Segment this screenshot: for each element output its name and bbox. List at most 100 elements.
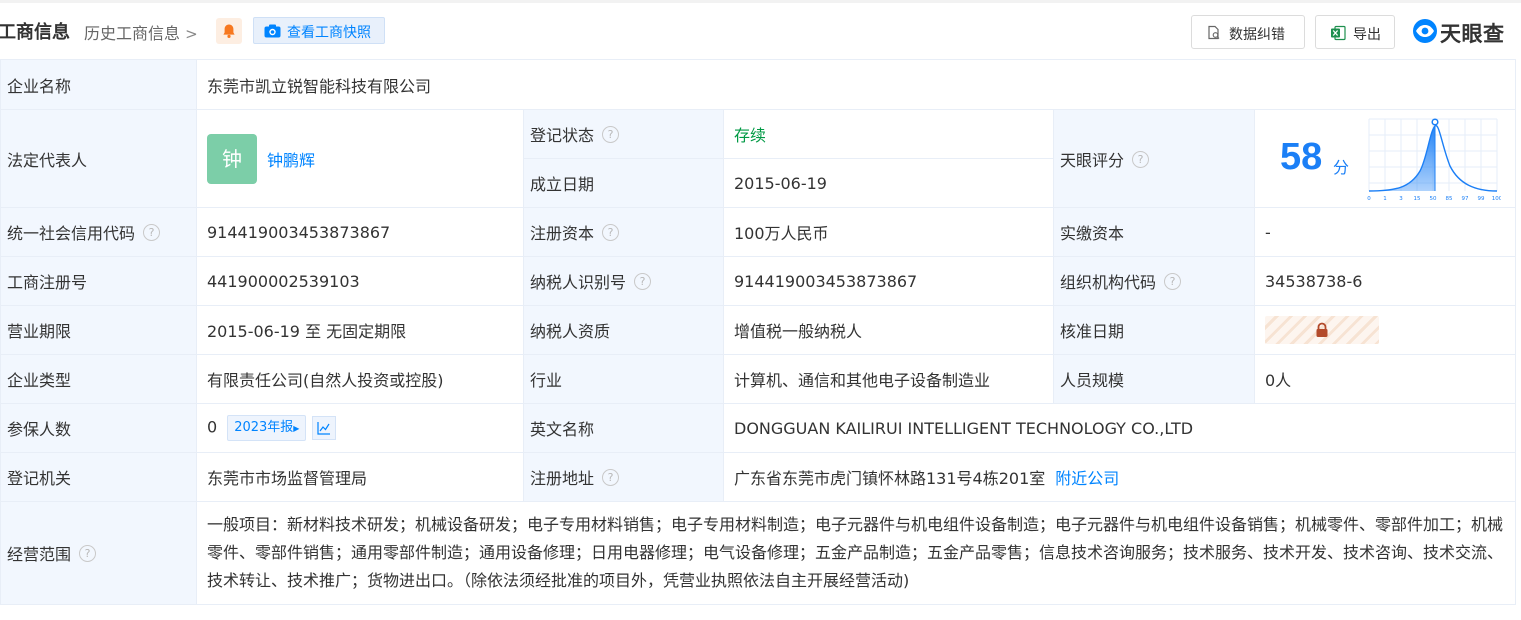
score-axis-tick: 85 xyxy=(1446,196,1453,202)
paid-capital-value: - xyxy=(1253,207,1517,257)
staff-size-value: 0人 xyxy=(1253,354,1517,404)
snapshot-button[interactable]: 查看工商快照 xyxy=(253,17,385,44)
insured-count: 0 xyxy=(207,417,218,437)
table-row: 企业类型 有限责任公司(自然人投资或控股) 行业 计算机、通信和其他电子设备制造… xyxy=(0,354,1517,404)
help-icon[interactable]: ? xyxy=(602,469,620,486)
bell-button[interactable] xyxy=(216,18,242,44)
reg-address-value: 广东省东莞市虎门镇怀林路131号4栋201室 xyxy=(734,469,1046,488)
insured-label: 参保人数 xyxy=(0,403,197,453)
taxpayer-qual-label: 纳税人资质 xyxy=(523,305,724,355)
credit-code-value: 914419003453873867 xyxy=(196,207,524,257)
export-label: 导出 xyxy=(1353,27,1381,43)
org-code-label-cell: 组织机构代码? xyxy=(1053,256,1255,306)
table-row: 参保人数 0 2023年报▶ 英文名称 DONGGUAN KAILIRUI INT… xyxy=(0,403,1517,453)
staff-size-label: 人员规模 xyxy=(1053,354,1255,404)
reg-capital-label-cell: 注册资本? xyxy=(523,207,724,257)
found-date-label: 成立日期 xyxy=(523,158,724,208)
legal-rep-label: 法定代表人 xyxy=(0,109,197,208)
reg-address-label-cell: 注册地址? xyxy=(523,452,724,502)
trend-icon xyxy=(317,422,331,435)
score-distribution-chart: 0 1 3 15 50 85 97 99 100 xyxy=(1367,118,1501,202)
score-label-cell: 天眼评分? xyxy=(1053,109,1255,208)
table-row: 登记机关 东莞市市场监督管理局 注册地址? 广东省东莞市虎门镇怀林路131号4栋… xyxy=(0,452,1517,502)
legal-rep-name[interactable]: 钟鹏辉 xyxy=(267,151,315,170)
history-info-label: 历史工商信息 xyxy=(84,24,181,43)
taxpayer-qual-value: 增值税一般纳税人 xyxy=(723,305,1054,355)
annual-report-tag[interactable]: 2023年报▶ xyxy=(227,415,307,441)
score-axis-tick: 97 xyxy=(1462,196,1469,202)
scope-label-cell: 经营范围? xyxy=(0,501,197,605)
company-type-label: 企业类型 xyxy=(0,354,197,404)
trend-chart-button[interactable] xyxy=(312,416,337,440)
score-axis-tick: 15 xyxy=(1414,196,1421,202)
found-date-value: 2015-06-19 xyxy=(723,158,1054,208)
help-icon[interactable]: ? xyxy=(1164,273,1182,290)
credit-code-label: 统一社会信用代码 xyxy=(7,224,136,243)
snapshot-label: 查看工商快照 xyxy=(287,25,371,41)
avatar: 钟 xyxy=(207,133,257,184)
credit-code-label-cell: 统一社会信用代码? xyxy=(0,207,197,257)
reg-capital-label: 注册资本 xyxy=(530,224,595,243)
help-icon[interactable]: ? xyxy=(143,224,161,241)
legal-rep-cell: 钟钟鹏辉 xyxy=(196,109,524,208)
taxpayer-id-label-cell: 纳税人识别号? xyxy=(523,256,724,306)
score-axis-tick: 1 xyxy=(1383,196,1387,202)
help-icon[interactable]: ? xyxy=(1132,150,1150,168)
english-name-label: 英文名称 xyxy=(523,403,724,453)
score-axis-tick: 50 xyxy=(1430,196,1437,202)
section-header: 工商信息 历史工商信息 > 查看工商快照 数据纠错 导出 天眼查 xyxy=(0,3,1521,59)
company-name-value: 东莞市凯立锐智能科技有限公司 xyxy=(195,59,1517,110)
english-name-value: DONGGUAN KAILIRUI INTELLIGENT TECHNOLOGY… xyxy=(722,403,1517,453)
camera-icon xyxy=(264,24,281,38)
table-row: 企业名称 东莞市凯立锐智能科技有限公司 xyxy=(0,59,1517,110)
score-unit: 分 xyxy=(1333,158,1350,177)
score-value: 58 xyxy=(1280,136,1323,178)
reg-address-label: 注册地址 xyxy=(530,469,595,488)
taxpayer-id-label: 纳税人识别号 xyxy=(530,273,627,292)
org-code-label: 组织机构代码 xyxy=(1060,273,1157,292)
company-type-value: 有限责任公司(自然人投资或控股) xyxy=(196,354,524,404)
table-row: 法定代表人 钟钟鹏辉 登记状态? 存续 天眼评分? 58 分 0 1 3 15 … xyxy=(0,109,1517,208)
biz-term-label: 营业期限 xyxy=(0,305,197,355)
help-icon[interactable]: ? xyxy=(634,273,652,290)
logo-text: 天眼查 xyxy=(1440,22,1505,46)
reg-capital-value: 100万人民币 xyxy=(723,207,1054,257)
chevron-right-icon: > xyxy=(185,25,198,43)
data-fix-label: 数据纠错 xyxy=(1229,27,1285,43)
taxpayer-id-value: 914419003453873867 xyxy=(723,256,1054,306)
history-info-link[interactable]: 历史工商信息 > xyxy=(84,20,198,44)
help-icon[interactable]: ? xyxy=(602,224,620,241)
biz-reg-no-label: 工商注册号 xyxy=(0,256,197,306)
export-button[interactable]: 导出 xyxy=(1315,15,1395,49)
score-axis-tick: 0 xyxy=(1367,196,1371,202)
data-fix-button[interactable]: 数据纠错 xyxy=(1191,15,1305,49)
table-row: 工商注册号 441900002539103 纳税人识别号? 9144190034… xyxy=(0,256,1517,306)
table-row: 经营范围? 一般项目：新材料技术研发；机械设备研发；电子专用材料销售；电子专用材… xyxy=(0,501,1517,605)
score-axis-tick: 99 xyxy=(1478,196,1485,202)
nearby-companies-link[interactable]: 附近公司 xyxy=(1055,469,1119,488)
reg-status-label: 登记状态 xyxy=(530,126,595,145)
score-label: 天眼评分 xyxy=(1060,150,1125,170)
scope-label: 经营范围 xyxy=(7,545,72,564)
edit-doc-icon xyxy=(1208,25,1220,40)
bell-icon xyxy=(223,24,235,38)
tianyancha-logo: 天眼查 xyxy=(1412,17,1517,47)
approval-date-value xyxy=(1253,305,1517,355)
industry-value: 计算机、通信和其他电子设备制造业 xyxy=(723,354,1054,404)
score-axis-tick: 100 xyxy=(1492,196,1501,202)
locked-field-button[interactable] xyxy=(1265,316,1379,344)
caret-right-icon: ▶ xyxy=(293,424,300,433)
approval-date-label: 核准日期 xyxy=(1053,305,1255,355)
reg-address-cell: 广东省东莞市虎门镇怀林路131号4栋201室 附近公司 xyxy=(722,452,1517,502)
table-row: 营业期限 2015-06-19 至 无固定期限 纳税人资质 增值税一般纳税人 核… xyxy=(0,305,1517,355)
help-icon[interactable]: ? xyxy=(79,545,97,562)
score-cell[interactable]: 58 分 0 1 3 15 50 85 97 99 100 xyxy=(1253,109,1517,208)
reg-authority-label: 登记机关 xyxy=(0,452,197,502)
insured-cell: 0 2023年报▶ xyxy=(196,403,524,453)
section-title: 工商信息 xyxy=(0,22,70,43)
reg-status-label-cell: 登记状态? xyxy=(523,109,724,159)
business-info-table: 企业名称 东莞市凯立锐智能科技有限公司 法定代表人 钟钟鹏辉 登记状态? 存续 … xyxy=(0,59,1517,605)
help-icon[interactable]: ? xyxy=(602,126,620,143)
lock-icon xyxy=(1316,322,1328,337)
excel-icon xyxy=(1331,25,1346,41)
